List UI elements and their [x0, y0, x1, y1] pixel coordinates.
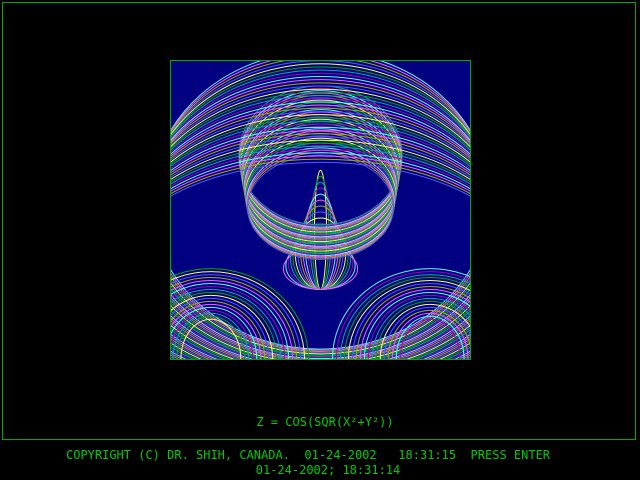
surface-plot: [170, 60, 471, 360]
surface-line: [171, 61, 470, 350]
dos-screen: Z = COS(SQR(X²+Y²)) COPYRIGHT (C) DR. SH…: [0, 0, 640, 480]
formula-label: Z = COS(SQR(X²+Y²)): [256, 415, 394, 429]
surface-line: [171, 161, 470, 359]
surface-plot-canvas: [171, 61, 470, 359]
timestamp-line: 01-24-2002; 18:31:14: [255, 463, 401, 477]
status-line: COPYRIGHT (C) DR. SHIH, CANADA. 01-24-20…: [65, 448, 551, 462]
